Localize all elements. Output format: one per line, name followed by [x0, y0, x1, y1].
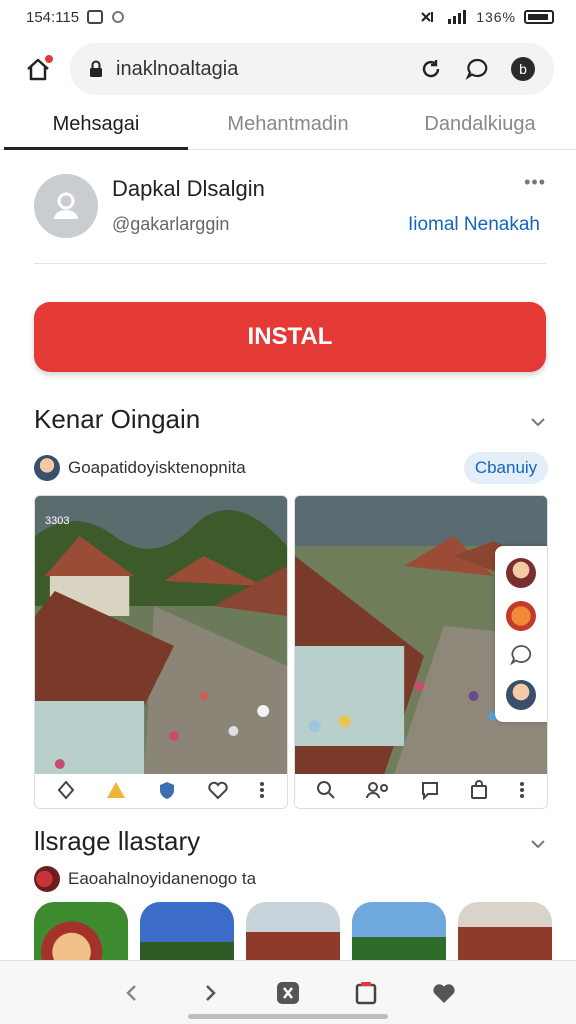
install-button[interactable]: INSTAL — [34, 302, 546, 372]
thumbnail[interactable] — [34, 902, 128, 960]
chat-icon[interactable] — [509, 643, 533, 667]
byline-text: Eaoahalnoyidanenogo ta — [68, 869, 257, 888]
forward-arrow-icon — [206, 984, 216, 1001]
section-title: llsrage llastary — [34, 826, 201, 856]
thumbnail[interactable] — [140, 902, 234, 960]
panel-avatar[interactable] — [506, 679, 536, 710]
tab-2[interactable]: Mehantmadin — [192, 100, 384, 149]
notification-dot — [45, 55, 53, 63]
account-icon: b — [511, 57, 535, 81]
account-button[interactable]: b — [506, 52, 540, 86]
tab-bar: Mehsagai Mehantmadin Dandalkiuga — [0, 100, 576, 150]
battery-percent: 136% — [476, 9, 516, 25]
tab-1[interactable]: Mehsagai — [0, 100, 192, 150]
chevron-down-icon[interactable] — [528, 412, 548, 432]
screenshot-card[interactable]: 3303 — [34, 495, 288, 809]
author-avatar — [34, 866, 60, 892]
screenshot-card[interactable] — [294, 495, 548, 809]
address-bar[interactable]: inaklnoaltagia b — [70, 43, 554, 95]
tab-3[interactable]: Dandalkiuga — [384, 100, 576, 149]
location-icon[interactable] — [56, 780, 76, 800]
more-vertical-icon[interactable] — [258, 780, 266, 800]
chevron-down-icon[interactable] — [528, 834, 548, 854]
thumbnail-strip — [34, 902, 576, 960]
panel-avatar[interactable] — [506, 558, 536, 589]
profile-link[interactable]: Iiomal Nenakah — [408, 214, 540, 236]
home-button[interactable] — [22, 53, 54, 85]
signal-icon — [448, 10, 467, 24]
tabs-button[interactable] — [351, 978, 381, 1008]
puzzle-icon — [277, 981, 299, 1004]
back-arrow-icon — [126, 984, 136, 1001]
gesture-bar — [188, 1014, 388, 1019]
bag-icon[interactable] — [469, 780, 489, 800]
more-options-button[interactable]: ••• — [524, 172, 546, 193]
heart-icon — [433, 983, 455, 1003]
screenshot-time: 3303 — [45, 515, 70, 527]
back-button[interactable] — [117, 978, 147, 1008]
url-text: inaklnoaltagia — [116, 57, 239, 80]
screenshot-toolbar — [35, 772, 287, 808]
svg-text:b: b — [519, 61, 527, 77]
refresh-button[interactable] — [414, 52, 448, 86]
thumbnail[interactable] — [458, 902, 552, 960]
tabs-icon — [355, 981, 377, 1004]
forward-button[interactable] — [195, 978, 225, 1008]
panel-avatar[interactable] — [506, 600, 536, 631]
user-icon — [54, 192, 78, 219]
browser-toolbar: inaklnoaltagia b — [0, 40, 576, 98]
thumbnail[interactable] — [352, 902, 446, 960]
people-icon[interactable] — [365, 780, 391, 800]
comment-icon[interactable] — [420, 780, 440, 800]
chat-icon — [465, 58, 488, 80]
section-byline: Eaoahalnoyidanenogo ta — [34, 866, 256, 892]
thumbnail[interactable] — [246, 902, 340, 960]
profile-handle: @gakarlarggin — [112, 214, 230, 234]
search-icon[interactable] — [316, 780, 336, 800]
settings-small-icon — [112, 11, 125, 23]
lock-icon — [90, 60, 102, 77]
section-title: Kenar Oingain — [34, 404, 201, 434]
heart-icon[interactable] — [207, 780, 229, 800]
warning-icon[interactable] — [105, 780, 127, 800]
screenshot-toolbar — [295, 772, 547, 808]
shield-icon[interactable] — [157, 780, 177, 800]
chat-button[interactable] — [460, 52, 494, 86]
favorites-button[interactable] — [429, 978, 459, 1008]
battery-icon — [524, 10, 554, 24]
screenshot-header: 3303 — [35, 496, 287, 546]
section-byline: Goapatidoyisktenopnita — [34, 455, 246, 481]
byline-text: Goapatidoyisktenopnita — [68, 458, 246, 477]
author-avatar — [34, 455, 60, 481]
side-panel — [495, 546, 547, 722]
status-bar: 154:115 136% — [0, 0, 576, 34]
avatar[interactable] — [34, 174, 98, 238]
more-vertical-icon[interactable] — [518, 780, 526, 800]
action-pill[interactable]: Cbanuiy — [464, 452, 548, 484]
profile-card: Dapkal Dlsalgin @gakarlarggin ••• Iiomal… — [34, 172, 546, 264]
refresh-icon — [422, 60, 440, 78]
extensions-button[interactable] — [273, 978, 303, 1008]
gallery-icon — [87, 10, 104, 24]
status-time: 154:115 — [26, 8, 80, 26]
profile-name: Dapkal Dlsalgin — [112, 176, 265, 201]
mute-icon — [421, 12, 434, 22]
